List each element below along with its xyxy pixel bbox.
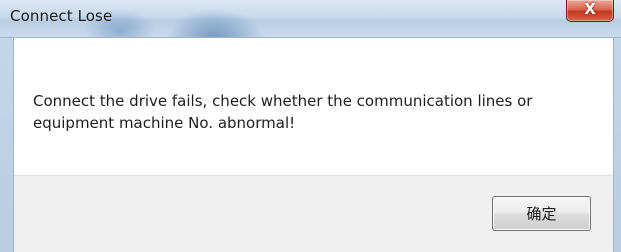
dialog-button-bar: 确定 [14,175,613,252]
window-frame-left [0,38,14,252]
dialog-content: Connect the drive fails, check whether t… [14,38,613,175]
dialog-window: Connect Lose X Connect the drive fails, … [0,0,621,252]
close-button[interactable]: X [566,0,614,22]
dialog-message: Connect the drive fails, check whether t… [33,92,533,132]
window-frame-right [613,38,621,252]
window-title: Connect Lose [10,7,113,25]
title-bar[interactable]: Connect Lose X [0,0,621,38]
close-icon: X [584,0,596,18]
ok-button[interactable]: 确定 [492,196,591,231]
